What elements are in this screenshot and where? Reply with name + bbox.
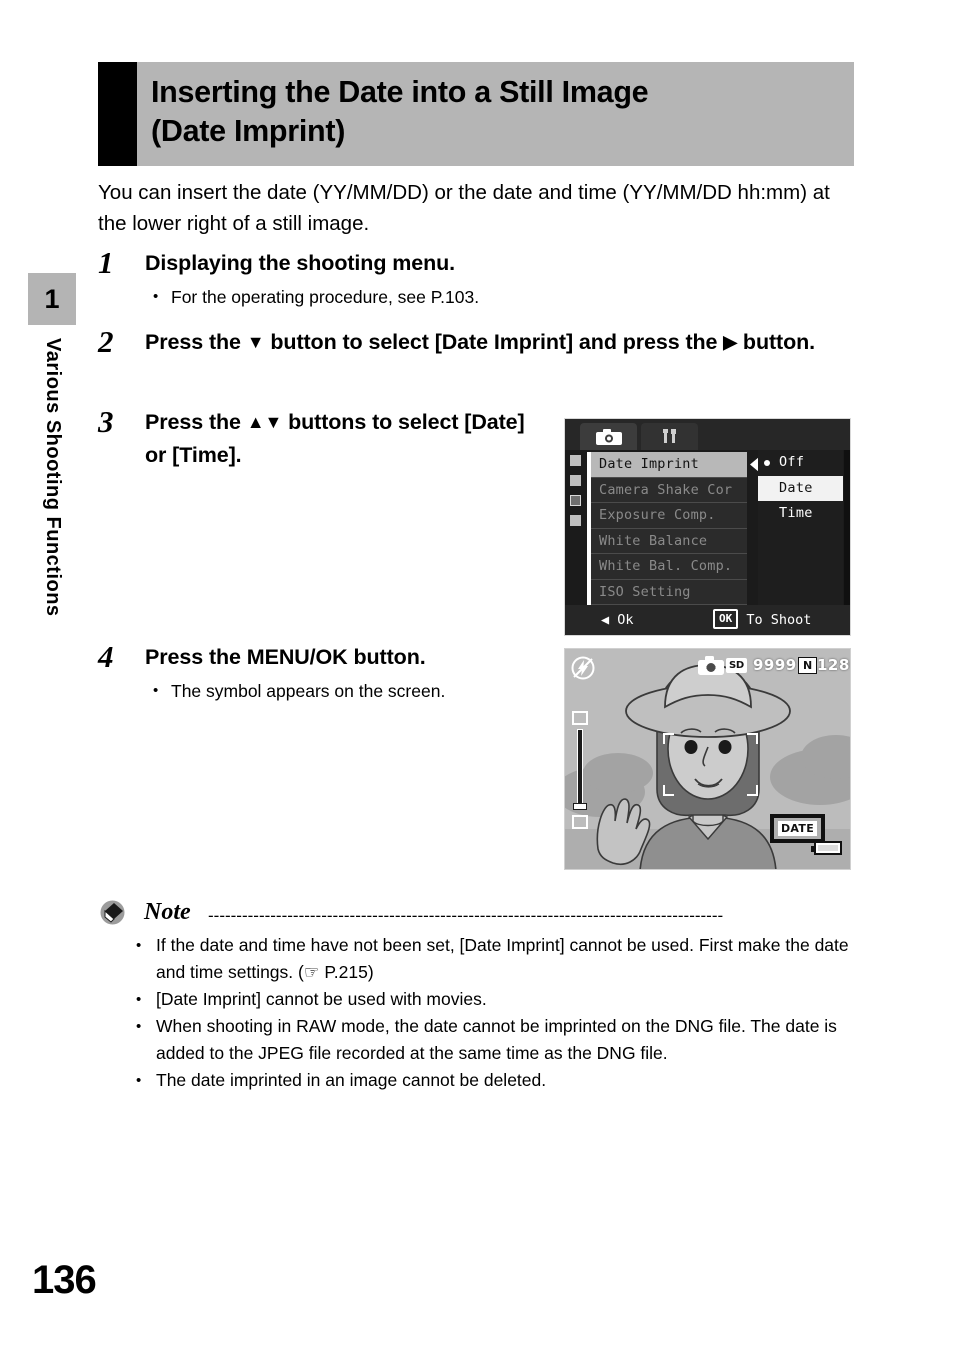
- heading-band: Inserting the Date into a Still Image (D…: [137, 62, 854, 166]
- af-corner-bl: [663, 785, 674, 796]
- selected-radio-icon: [764, 460, 770, 466]
- footer-ok-label: Ok: [617, 612, 634, 628]
- step-2-text-c: button.: [737, 330, 816, 354]
- preview-status-bar: SD 9999 N 1280: [565, 652, 850, 680]
- step-3-title: Press the ▲▼ buttons to select [Date] or…: [145, 406, 548, 472]
- camera-menu-footer: ◀ Ok OK To Shoot: [565, 605, 850, 635]
- af-corner-br: [747, 785, 758, 796]
- date-imprint-indicator: DATE: [770, 814, 826, 843]
- footer-right: OK To Shoot: [713, 605, 811, 635]
- step-4-bullet: The symbol appears on the screen.: [145, 678, 548, 704]
- option-off[interactable]: Off: [758, 450, 843, 476]
- zoom-track: [577, 729, 583, 805]
- af-corner-tr: [747, 733, 758, 744]
- note-header: Note -----------------------------------…: [100, 898, 854, 930]
- step-4-title: Press the MENU/OK button.: [145, 645, 426, 669]
- camera-menu-screenshot: Date Imprint Camera Shake Cor Exposure C…: [564, 418, 851, 636]
- camera-preview-screenshot: SD 9999 N 1280 DATE: [564, 648, 851, 870]
- step-2-text-b: button to select [Date Imprint] and pres…: [264, 330, 724, 354]
- note-block: Note -----------------------------------…: [100, 898, 854, 1094]
- step-3-number: 3: [98, 404, 114, 439]
- option-panel: Off Date Time: [758, 450, 843, 605]
- section-heading: Inserting the Date into a Still Image (D…: [98, 62, 854, 166]
- down-arrow-icon: ▼: [246, 332, 265, 352]
- step-4-number: 4: [98, 639, 114, 674]
- note-title: Note: [144, 899, 191, 925]
- menu-page-indicators: [570, 455, 584, 575]
- step-1-number: 1: [98, 245, 114, 280]
- flash-off-icon: [571, 656, 595, 680]
- note-item: If the date and time have not been set, …: [136, 932, 854, 986]
- zoom-knob[interactable]: [573, 803, 587, 810]
- page-dot-1: [570, 455, 581, 466]
- step-2-number: 2: [98, 324, 114, 359]
- heading-line-2: (Date Imprint): [151, 114, 346, 148]
- menu-item-exposure-comp[interactable]: Exposure Comp.: [591, 503, 747, 529]
- zoom-tele-icon: [572, 711, 588, 725]
- menu-item-iso-setting[interactable]: ISO Setting: [591, 579, 747, 605]
- step-1-bullet: For the operating procedure, see P.103.: [145, 284, 854, 310]
- right-arrow-icon: ▶: [723, 332, 738, 352]
- manual-page: 1 Various Shooting Functions 136 Inserti…: [0, 0, 954, 1345]
- note-dash-rule: ----------------------------------------…: [208, 911, 724, 921]
- zoom-slider[interactable]: [572, 711, 588, 829]
- ok-button-badge[interactable]: OK: [713, 609, 739, 629]
- step-1-title: Displaying the shooting menu.: [145, 251, 456, 275]
- option-off-label: Off: [779, 454, 805, 470]
- chapter-number: 1: [44, 283, 60, 314]
- step-2-text-a: Press the: [145, 330, 247, 354]
- camera-icon: [698, 656, 724, 675]
- heading-line-1: Inserting the Date into a Still Image: [151, 75, 649, 109]
- step-2: 2 Press the ▼ button to select [Date Imp…: [98, 326, 854, 359]
- step-3-text-a: Press the: [145, 410, 247, 434]
- option-time[interactable]: Time: [758, 501, 843, 527]
- page-dot-4: [570, 515, 581, 526]
- option-date[interactable]: Date: [758, 475, 843, 501]
- chapter-title-vertical: Various Shooting Functions: [42, 338, 64, 617]
- note-items: If the date and time have not been set, …: [100, 932, 854, 1094]
- page-number: 136: [32, 1258, 97, 1302]
- footer-left: ◀ Ok: [601, 605, 634, 635]
- left-arrow-icon: ◀: [601, 612, 610, 628]
- note-item: The date imprinted in an image cannot be…: [136, 1067, 854, 1094]
- tab-shooting[interactable]: [580, 423, 637, 450]
- chapter-tab: 1: [28, 273, 76, 325]
- page-dot-3-current: [570, 495, 581, 506]
- resolution-label: 1280: [817, 656, 850, 674]
- battery-full-icon: [811, 841, 842, 855]
- remaining-shots: 9999: [753, 656, 797, 674]
- panel-right-edge: [844, 450, 850, 605]
- af-corner-tl: [663, 733, 674, 744]
- menu-item-list: Date Imprint Camera Shake Cor Exposure C…: [587, 452, 747, 605]
- camera-icon: [595, 428, 622, 445]
- quality-badge: N: [798, 657, 818, 674]
- camera-menu-tabbar: [565, 419, 850, 450]
- step-4: 4 Press the MENU/OK button. The symbol a…: [98, 641, 548, 704]
- step-1: 1 Displaying the shooting menu. For the …: [98, 247, 854, 310]
- zoom-wide-icon: [572, 815, 588, 829]
- menu-item-date-imprint[interactable]: Date Imprint: [591, 452, 747, 478]
- sd-card-badge: SD: [726, 658, 747, 673]
- intro-paragraph: You can insert the date (YY/MM/DD) or th…: [98, 181, 830, 235]
- tools-icon: [663, 429, 676, 443]
- step-3: 3 Press the ▲▼ buttons to select [Date] …: [98, 406, 548, 472]
- up-down-arrow-icon: ▲▼: [246, 412, 283, 432]
- date-badge-label: DATE: [778, 821, 818, 836]
- tab-setup[interactable]: [641, 423, 698, 450]
- note-item: [Date Imprint] cannot be used with movie…: [136, 986, 854, 1013]
- heading-accent-bar: [98, 62, 137, 166]
- step-2-title: Press the ▼ button to select [Date Impri…: [145, 326, 854, 359]
- page-dot-2: [570, 475, 581, 486]
- note-icon: [100, 900, 125, 925]
- footer-to-shoot-label: To Shoot: [746, 612, 812, 628]
- menu-item-camera-shake-cor[interactable]: Camera Shake Cor: [591, 477, 747, 503]
- menu-item-white-balance[interactable]: White Balance: [591, 528, 747, 554]
- note-item: When shooting in RAW mode, the date cann…: [136, 1013, 854, 1067]
- menu-item-white-bal-comp[interactable]: White Bal. Comp.: [591, 554, 747, 580]
